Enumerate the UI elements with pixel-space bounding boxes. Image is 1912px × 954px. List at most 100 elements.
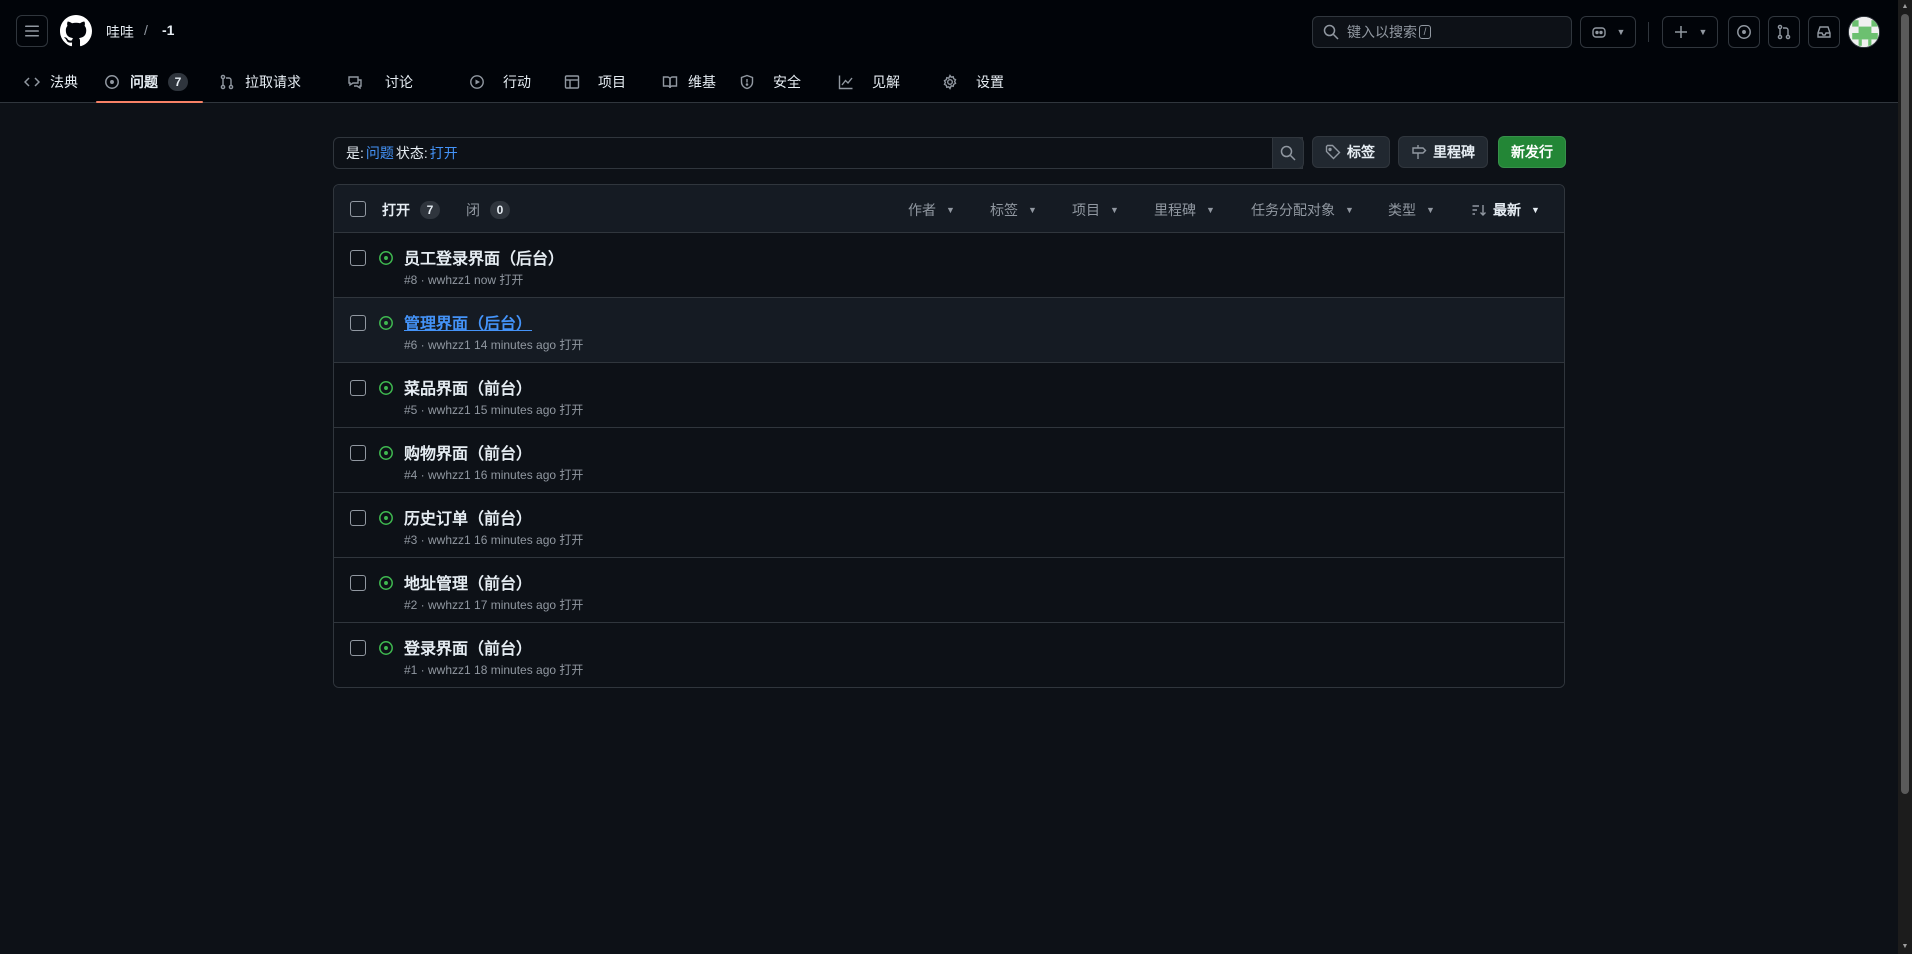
tab-label: 安全 bbox=[773, 74, 801, 90]
labels-button[interactable]: 标签 bbox=[1312, 136, 1390, 168]
issue-checkbox[interactable] bbox=[350, 575, 366, 591]
your-issues-button[interactable] bbox=[1728, 16, 1760, 48]
issue-meta: #6 · wwhzz1 14 minutes ago 打开 bbox=[404, 338, 584, 352]
issue-opened-icon bbox=[378, 250, 394, 266]
closed-count-badge: 0 bbox=[490, 201, 510, 219]
assignees-filter-dropdown[interactable]: 任务分配对象 ▼ bbox=[1251, 200, 1354, 220]
github-logo-icon[interactable] bbox=[60, 15, 92, 47]
notifications-button[interactable] bbox=[1808, 16, 1840, 48]
breadcrumb-owner[interactable]: 哇哇 bbox=[106, 22, 134, 42]
dropdown-label: 标签 bbox=[990, 202, 1018, 218]
issue-title-link[interactable]: 登录界面（前台） bbox=[404, 635, 532, 659]
scroll-down-arrow-icon[interactable]: ▼ bbox=[1901, 943, 1909, 951]
issue-checkbox[interactable] bbox=[350, 640, 366, 656]
tab-security[interactable]: 安全 bbox=[731, 62, 809, 102]
author-filter-dropdown[interactable]: 作者 ▼ bbox=[908, 200, 955, 220]
user-avatar[interactable] bbox=[1848, 16, 1880, 48]
play-icon bbox=[469, 74, 485, 90]
filter-search-button[interactable] bbox=[1272, 137, 1304, 169]
tab-label: 项目 bbox=[598, 74, 626, 90]
issue-checkbox[interactable] bbox=[350, 250, 366, 266]
issue-title-link[interactable]: 历史订单（前台） bbox=[404, 505, 532, 529]
search-icon bbox=[1280, 145, 1296, 161]
issue-row[interactable]: 地址管理（前台） #2 · wwhzz1 17 minutes ago 打开 bbox=[334, 558, 1564, 623]
issue-opened-icon bbox=[378, 445, 394, 461]
issue-meta: #3 · wwhzz1 16 minutes ago 打开 bbox=[404, 533, 584, 547]
closed-issues-filter[interactable]: 闭 0 bbox=[466, 200, 510, 220]
copilot-icon bbox=[1591, 24, 1607, 40]
issue-title-link[interactable]: 员工登录界面（后台） bbox=[404, 245, 564, 269]
issue-opened-icon bbox=[378, 510, 394, 526]
issue-checkbox[interactable] bbox=[350, 380, 366, 396]
scrollbar-thumb[interactable] bbox=[1901, 14, 1909, 794]
issue-row[interactable]: 管理界面（后台） #6 · wwhzz1 14 minutes ago 打开 bbox=[334, 298, 1564, 363]
tab-label: 法典 bbox=[50, 74, 78, 90]
select-all-checkbox[interactable] bbox=[350, 201, 366, 217]
issue-title-link[interactable]: 菜品界面（前台） bbox=[404, 375, 532, 399]
issues-filter-input[interactable]: 是: 问题 状态: 打开 bbox=[333, 137, 1303, 169]
issue-meta: #1 · wwhzz1 18 minutes ago 打开 bbox=[404, 663, 584, 677]
caret-down-icon: ▼ bbox=[1345, 205, 1354, 215]
tab-wiki[interactable]: 维基 bbox=[654, 62, 724, 102]
filter-value-is: 问题 bbox=[365, 145, 394, 161]
issue-opened-icon bbox=[104, 74, 120, 90]
create-new-button[interactable]: ▼ bbox=[1662, 16, 1718, 48]
issue-row[interactable]: 菜品界面（前台） #5 · wwhzz1 15 minutes ago 打开 bbox=[334, 363, 1564, 428]
page-scrollbar[interactable]: ▲ ▼ bbox=[1898, 0, 1912, 954]
issue-row[interactable]: 登录界面（前台） #1 · wwhzz1 18 minutes ago 打开 bbox=[334, 623, 1564, 687]
tab-settings[interactable]: 设置 bbox=[934, 62, 1012, 102]
sort-dropdown[interactable]: 最新 ▼ bbox=[1471, 200, 1540, 220]
issue-meta: #8 · wwhzz1 now 打开 bbox=[404, 273, 524, 287]
sort-label: 最新 bbox=[1493, 202, 1521, 218]
issue-checkbox[interactable] bbox=[350, 445, 366, 461]
milestones-button[interactable]: 里程碑 bbox=[1398, 136, 1488, 168]
issue-row[interactable]: 历史订单（前台） #3 · wwhzz1 16 minutes ago 打开 bbox=[334, 493, 1564, 558]
breadcrumb-repo[interactable]: -1 bbox=[162, 22, 174, 38]
milestones-filter-dropdown[interactable]: 里程碑 ▼ bbox=[1154, 200, 1215, 220]
tab-label: 维基 bbox=[688, 74, 716, 90]
open-issues-filter[interactable]: 打开 7 bbox=[382, 200, 440, 220]
tab-actions[interactable]: 行动 bbox=[461, 62, 539, 102]
tab-label: 问题 bbox=[130, 74, 158, 90]
filter-prefix-state: 状态: bbox=[395, 145, 428, 161]
git-pull-request-icon bbox=[219, 74, 235, 90]
projects-filter-dropdown[interactable]: 项目 ▼ bbox=[1072, 200, 1119, 220]
table-icon bbox=[564, 74, 580, 90]
labels-filter-dropdown[interactable]: 标签 ▼ bbox=[990, 200, 1037, 220]
dropdown-label: 里程碑 bbox=[1154, 202, 1196, 218]
new-issue-button[interactable]: 新发行 bbox=[1498, 136, 1566, 168]
issue-meta: #2 · wwhzz1 17 minutes ago 打开 bbox=[404, 598, 584, 612]
issue-title-link[interactable]: 地址管理（前台） bbox=[404, 570, 532, 594]
issue-opened-icon bbox=[378, 575, 394, 591]
tab-pull-requests[interactable]: 拉取请求 bbox=[211, 62, 309, 102]
copilot-button[interactable]: ▼ bbox=[1580, 16, 1636, 48]
tab-projects[interactable]: 项目 bbox=[556, 62, 634, 102]
issue-title-link[interactable]: 购物界面（前台） bbox=[404, 440, 532, 464]
global-search-input[interactable]: 键入以搜索 / bbox=[1312, 16, 1572, 48]
dropdown-label: 类型 bbox=[1388, 202, 1416, 218]
filter-prefix-is: 是: bbox=[346, 145, 364, 161]
scroll-up-arrow-icon[interactable]: ▲ bbox=[1901, 3, 1909, 11]
filter-value-state: 打开 bbox=[429, 145, 458, 161]
issue-row[interactable]: 员工登录界面（后台） #8 · wwhzz1 now 打开 bbox=[334, 233, 1564, 298]
issue-title-link[interactable]: 管理界面（后台） bbox=[404, 310, 532, 334]
tab-issues[interactable]: 问题 7 bbox=[96, 62, 203, 103]
tab-label: 行动 bbox=[503, 74, 531, 90]
comment-discussion-icon bbox=[347, 74, 363, 90]
your-pull-requests-button[interactable] bbox=[1768, 16, 1800, 48]
book-icon bbox=[662, 74, 678, 90]
issue-row[interactable]: 购物界面（前台） #4 · wwhzz1 16 minutes ago 打开 bbox=[334, 428, 1564, 493]
tab-insights[interactable]: 见解 bbox=[830, 62, 908, 102]
tab-label: 讨论 bbox=[385, 74, 413, 90]
issue-checkbox[interactable] bbox=[350, 315, 366, 331]
menu-button[interactable] bbox=[16, 15, 48, 47]
tab-code[interactable]: 法典 bbox=[16, 62, 86, 102]
gear-icon bbox=[942, 74, 958, 90]
search-icon bbox=[1323, 24, 1339, 40]
plus-icon bbox=[1673, 24, 1689, 40]
issue-checkbox[interactable] bbox=[350, 510, 366, 526]
types-filter-dropdown[interactable]: 类型 ▼ bbox=[1388, 200, 1435, 220]
caret-down-icon: ▼ bbox=[1531, 205, 1540, 215]
sort-desc-icon bbox=[1471, 202, 1487, 218]
tab-discussions[interactable]: 讨论 bbox=[339, 62, 421, 102]
